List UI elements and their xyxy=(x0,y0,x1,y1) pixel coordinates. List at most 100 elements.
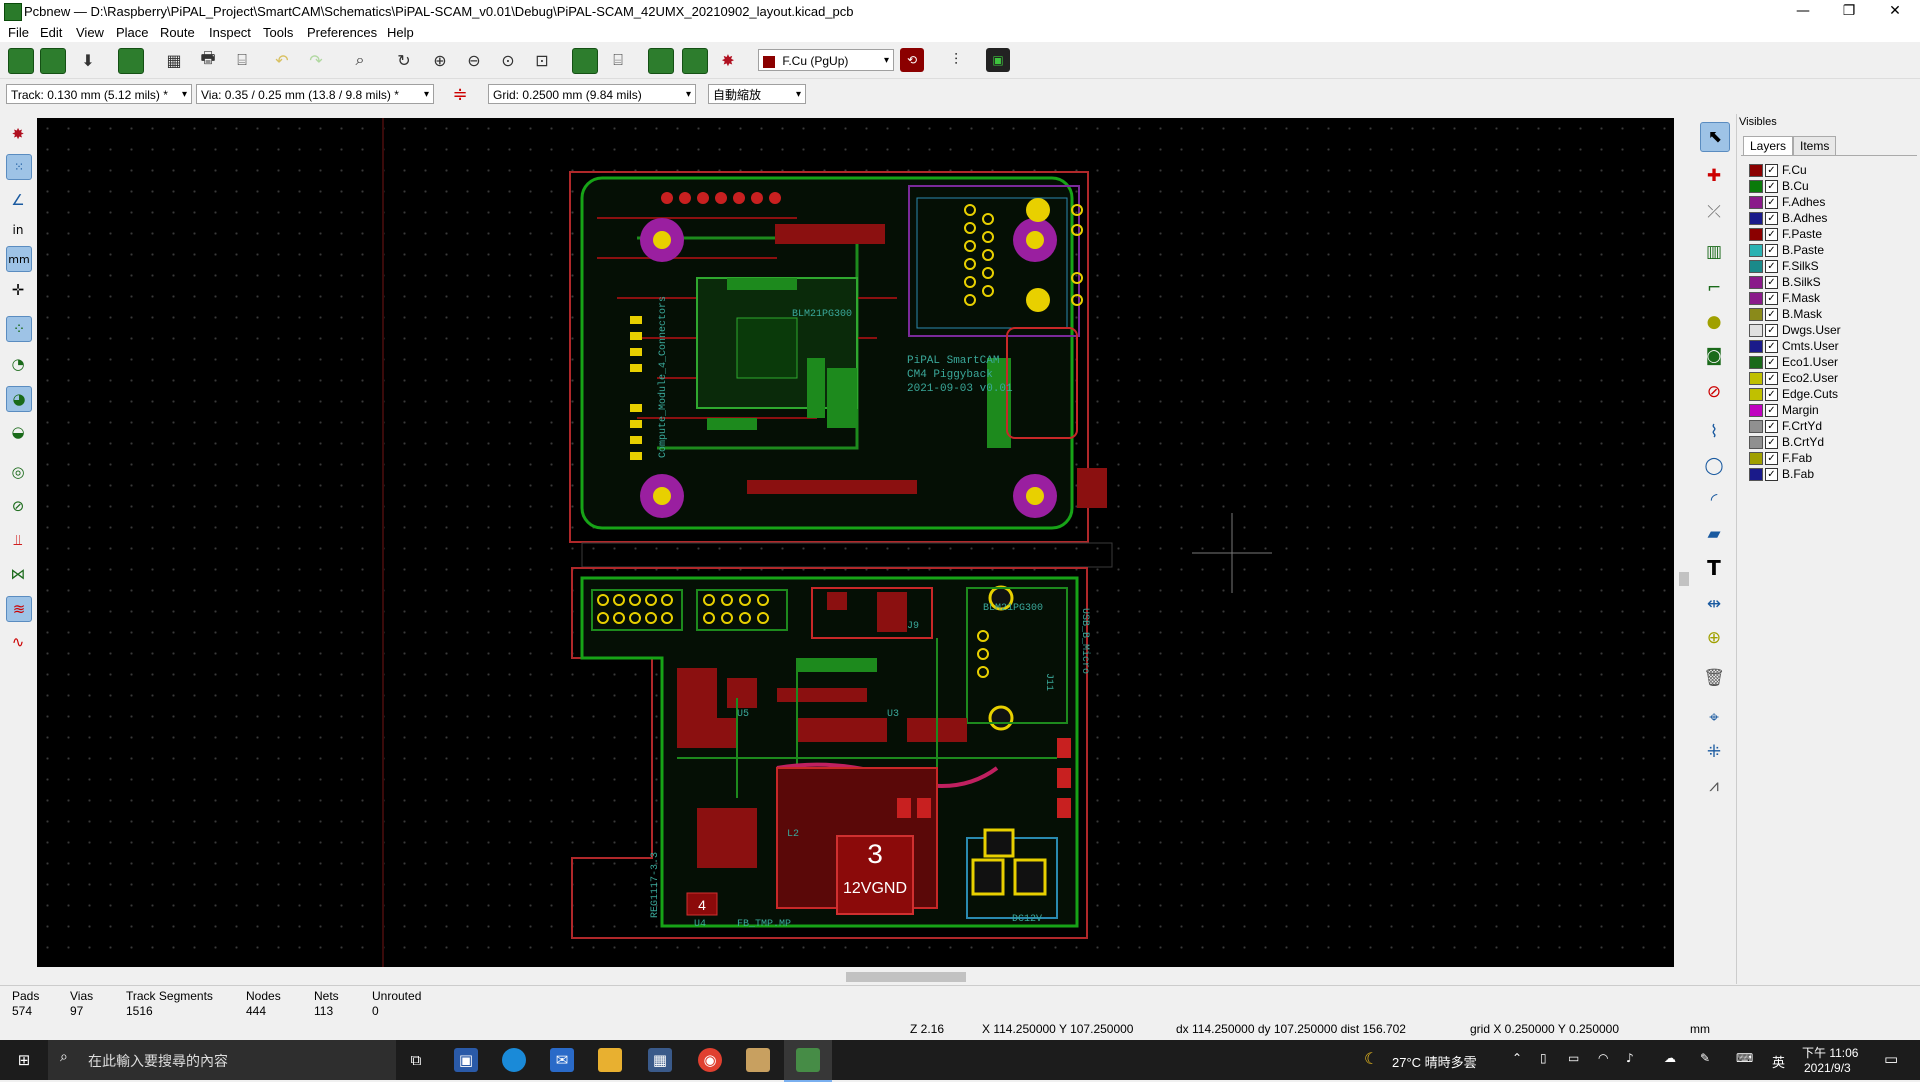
zoom-selection-icon[interactable]: ⊡ xyxy=(530,48,554,72)
find-icon[interactable]: ⌕ xyxy=(348,48,372,72)
layer-visibility-checkbox[interactable]: ✓ xyxy=(1765,195,1778,209)
net-icon[interactable] xyxy=(648,48,674,74)
microwave-tools-icon[interactable]: ⫶ xyxy=(944,48,968,72)
layer-color-swatch[interactable] xyxy=(1749,451,1763,465)
add-arc-icon[interactable]: ◜ xyxy=(1700,486,1728,514)
device-icon[interactable]: ▯ xyxy=(1540,1051,1547,1065)
layer-row[interactable]: ✓ B.Adhes xyxy=(1749,210,1827,226)
layer-color-swatch[interactable] xyxy=(1749,371,1763,385)
grid-select[interactable]: Grid: 0.2500 mm (9.84 mils) ▾ xyxy=(488,84,696,104)
local-ratsnest-icon[interactable]: ◔ xyxy=(6,352,30,376)
layer-visibility-checkbox[interactable]: ✓ xyxy=(1765,211,1778,225)
tab-layers[interactable]: Layers xyxy=(1743,136,1794,156)
redo-icon[interactable]: ↷ xyxy=(304,48,328,72)
onedrive-icon[interactable]: ☁ xyxy=(1664,1051,1676,1065)
ime-indicator[interactable]: 英 xyxy=(1772,1052,1785,1071)
tray-chevron-icon[interactable]: ⌃ xyxy=(1512,1051,1522,1065)
menu-route[interactable]: Route xyxy=(160,25,195,40)
layer-pair-icon[interactable]: ⟲ xyxy=(900,48,924,72)
restore-button[interactable]: ❐ xyxy=(1826,0,1872,22)
zoom-in-icon[interactable]: ⊕ xyxy=(428,48,452,72)
layers-manager-icon[interactable]: ≋ xyxy=(6,596,32,622)
add-footprint-icon[interactable]: ▥ xyxy=(1700,238,1728,266)
calculator-icon[interactable]: ▦ xyxy=(648,1048,672,1072)
wifi-icon[interactable]: ◠ xyxy=(1598,1051,1608,1065)
layer-color-swatch[interactable] xyxy=(1749,195,1763,209)
layer-color-swatch[interactable] xyxy=(1749,227,1763,241)
battery-icon[interactable]: ▭ xyxy=(1568,1051,1579,1065)
pad-sketch-icon[interactable]: ◎ xyxy=(6,460,30,484)
layer-visibility-checkbox[interactable]: ✓ xyxy=(1765,291,1778,305)
edge-icon[interactable] xyxy=(502,1048,526,1072)
ratsnest-icon[interactable]: ⁘ xyxy=(6,316,32,342)
layer-color-swatch[interactable] xyxy=(1749,163,1763,177)
track-width-select[interactable]: Track: 0.130 mm (5.12 mils) * ▾ xyxy=(6,84,192,104)
layer-visibility-checkbox[interactable]: ✓ xyxy=(1765,179,1778,193)
layer-row[interactable]: ✓ Margin xyxy=(1749,402,1819,418)
layer-color-swatch[interactable] xyxy=(1749,339,1763,353)
grid-toggle-icon[interactable]: ⁙ xyxy=(6,154,32,180)
place-origin-icon[interactable]: ⌖ xyxy=(1700,704,1728,732)
layer-visibility-checkbox[interactable]: ✓ xyxy=(1765,355,1778,369)
weather-icon[interactable]: ☾ xyxy=(1364,1049,1378,1068)
layer-visibility-checkbox[interactable]: ✓ xyxy=(1765,451,1778,465)
menu-preferences[interactable]: Preferences xyxy=(307,25,377,40)
add-zone-icon[interactable]: ◙ xyxy=(1700,342,1728,370)
track-autosize-icon[interactable]: ≑ xyxy=(448,82,472,106)
menu-place[interactable]: Place xyxy=(116,25,149,40)
layer-row[interactable]: ✓ B.Paste xyxy=(1749,242,1824,258)
via-size-select[interactable]: Via: 0.35 / 0.25 mm (13.8 / 9.8 mils) * … xyxy=(196,84,434,104)
menu-tools[interactable]: Tools xyxy=(263,25,293,40)
add-target-icon[interactable]: ⊕ xyxy=(1700,624,1728,652)
layer-visibility-checkbox[interactable]: ✓ xyxy=(1765,435,1778,449)
layer-color-swatch[interactable] xyxy=(1749,291,1763,305)
layer-visibility-checkbox[interactable]: ✓ xyxy=(1765,371,1778,385)
horizontal-scrollbar[interactable] xyxy=(37,969,1674,985)
clock-date[interactable]: 2021/9/3 xyxy=(1804,1061,1851,1075)
mail-icon[interactable]: ✉ xyxy=(550,1048,574,1072)
scripting-console-icon[interactable]: ▣ xyxy=(986,48,1010,72)
layer-color-swatch[interactable] xyxy=(1749,259,1763,273)
show-filled-zones-icon[interactable]: ◕ xyxy=(6,386,32,412)
keepout-area-icon[interactable]: ⊘ xyxy=(1700,378,1728,406)
layer-color-swatch[interactable] xyxy=(1749,275,1763,289)
layer-visibility-checkbox[interactable]: ✓ xyxy=(1765,467,1778,481)
microwave-icon[interactable]: ∿ xyxy=(6,630,30,654)
layer-selector[interactable]: F.Cu (PgUp) ▾ xyxy=(758,49,894,71)
vertical-scrollbar[interactable] xyxy=(1676,118,1692,967)
zoom-fit-icon[interactable]: ⊙ xyxy=(496,48,520,72)
units-mm-icon[interactable]: mm xyxy=(6,246,32,272)
drc-bug-icon[interactable]: ✸ xyxy=(716,48,740,72)
clock-time[interactable]: 下午 11:06 xyxy=(1802,1044,1858,1061)
layer-visibility-checkbox[interactable]: ✓ xyxy=(1765,243,1778,257)
add-via-icon[interactable]: ● xyxy=(1700,308,1728,336)
layer-color-swatch[interactable] xyxy=(1749,323,1763,337)
layer-row[interactable]: ✓ Eco2.User xyxy=(1749,370,1838,386)
archive-icon[interactable] xyxy=(746,1048,770,1072)
weather-text[interactable]: 27°C 晴時多雲 xyxy=(1392,1052,1477,1071)
pen-icon[interactable]: ✎ xyxy=(1700,1051,1710,1065)
undo-icon[interactable]: ↶ xyxy=(270,48,294,72)
start-icon[interactable]: ⊞ xyxy=(12,1048,36,1072)
footprint-browser-icon[interactable] xyxy=(572,48,598,74)
layer-visibility-checkbox[interactable]: ✓ xyxy=(1765,259,1778,273)
polar-coords-icon[interactable]: ∠ xyxy=(6,188,30,212)
layer-visibility-checkbox[interactable]: ✓ xyxy=(1765,339,1778,353)
print-icon[interactable]: 🖶 xyxy=(196,48,220,72)
delete-icon[interactable]: 🗑 xyxy=(1700,664,1728,692)
layer-color-swatch[interactable] xyxy=(1749,243,1763,257)
via-sketch-icon[interactable]: ⊘ xyxy=(6,494,30,518)
taskbar-search[interactable]: ⌕ 在此輸入要搜尋的內容 xyxy=(48,1040,396,1080)
add-circle-icon[interactable]: ◯ xyxy=(1700,452,1728,480)
page-settings-icon[interactable] xyxy=(118,48,144,74)
layer-visibility-checkbox[interactable]: ✓ xyxy=(1765,163,1778,177)
store-icon[interactable]: ▣ xyxy=(454,1048,478,1072)
highlight-net-icon[interactable]: ✚ xyxy=(1700,162,1728,190)
layer-color-swatch[interactable] xyxy=(1749,419,1763,433)
layer-row[interactable]: ✓ F.Mask xyxy=(1749,290,1820,306)
scripting-icon[interactable] xyxy=(682,48,708,74)
board-setup-icon[interactable] xyxy=(8,48,34,74)
task-view-icon[interactable]: ⧉ xyxy=(404,1048,428,1072)
menu-inspect[interactable]: Inspect xyxy=(209,25,251,40)
zoom-select[interactable]: 自動縮放 ▾ xyxy=(708,84,806,104)
